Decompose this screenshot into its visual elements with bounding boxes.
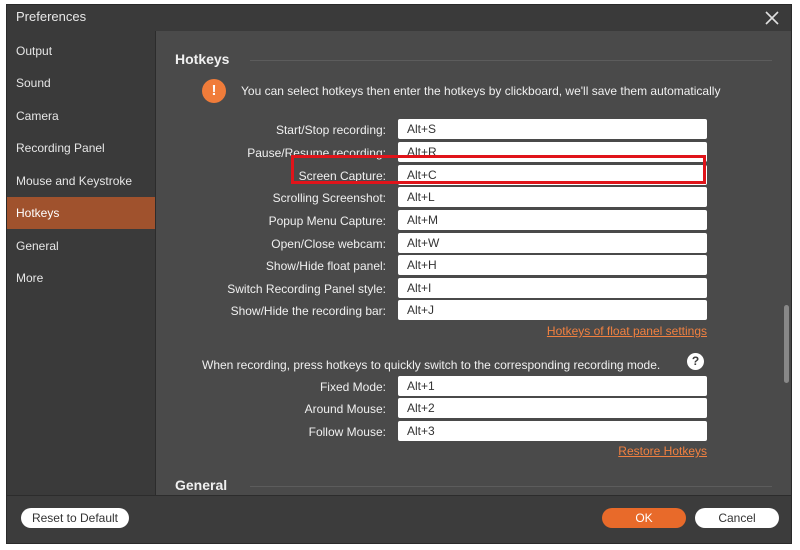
preferences-window: Preferences Output Sound Camera Recordin…: [7, 5, 791, 543]
settings-content: Hotkeys ! You can select hotkeys then en…: [156, 31, 791, 495]
scrollbar[interactable]: [782, 30, 791, 490]
mode-input-fixed[interactable]: [398, 376, 707, 396]
hotkey-label-screen-capture: Screen Capture:: [298, 169, 386, 183]
hotkey-input-scrolling-screenshot[interactable]: [398, 187, 707, 207]
hotkey-label-scrolling-screenshot: Scrolling Screenshot:: [272, 191, 386, 205]
question-icon[interactable]: ?: [687, 353, 704, 370]
hotkey-label-recording-panel-style: Switch Recording Panel style:: [227, 282, 386, 296]
sidebar-item-recording-panel[interactable]: Recording Panel: [7, 132, 155, 164]
sidebar-item-general[interactable]: General: [7, 230, 155, 262]
recording-mode-text: When recording, press hotkeys to quickly…: [202, 358, 661, 372]
restore-hotkeys-link[interactable]: Restore Hotkeys: [618, 444, 707, 458]
section-divider: [250, 60, 772, 61]
window-title: Preferences: [16, 9, 87, 24]
section-divider: [250, 486, 772, 487]
sidebar: Output Sound Camera Recording Panel Mous…: [7, 31, 155, 495]
hotkey-input-recording-bar[interactable]: [398, 300, 707, 320]
hotkey-input-float-panel[interactable]: [398, 255, 707, 275]
hotkey-input-webcam[interactable]: [398, 233, 707, 253]
hotkey-input-pause-resume[interactable]: [398, 142, 707, 162]
hotkey-input-start-stop[interactable]: [398, 119, 707, 139]
sidebar-item-mouse-and-keystroke[interactable]: Mouse and Keystroke: [7, 165, 155, 197]
hotkey-input-recording-panel-style[interactable]: [398, 278, 707, 298]
sidebar-item-camera[interactable]: Camera: [7, 100, 155, 132]
ok-button[interactable]: OK: [602, 508, 686, 528]
footer-bar: Reset to Default OK Cancel: [7, 495, 791, 543]
sidebar-item-output[interactable]: Output: [7, 35, 155, 67]
hotkey-input-popup-menu-capture[interactable]: [398, 210, 707, 230]
hotkey-label-webcam: Open/Close webcam:: [271, 237, 386, 251]
hotkey-input-screen-capture[interactable]: [398, 165, 707, 185]
mode-label-around-mouse: Around Mouse:: [304, 402, 386, 416]
exclamation-icon: !: [202, 79, 226, 103]
scrollbar-thumb[interactable]: [784, 305, 789, 383]
cancel-button[interactable]: Cancel: [695, 508, 779, 528]
reset-to-default-button[interactable]: Reset to Default: [21, 508, 129, 528]
mode-label-follow-mouse: Follow Mouse:: [308, 425, 386, 439]
title-bar: Preferences: [7, 5, 791, 31]
hotkeys-info-text: You can select hotkeys then enter the ho…: [241, 84, 721, 98]
sidebar-item-hotkeys[interactable]: Hotkeys: [7, 197, 155, 229]
mode-input-follow-mouse[interactable]: [398, 421, 707, 441]
hotkey-label-recording-bar: Show/Hide the recording bar:: [230, 304, 386, 318]
hotkey-label-start-stop: Start/Stop recording:: [275, 123, 386, 137]
mode-label-fixed: Fixed Mode:: [319, 380, 386, 394]
general-section-title: General: [175, 477, 228, 493]
hotkey-label-popup-menu-capture: Popup Menu Capture:: [268, 214, 386, 228]
sidebar-item-sound[interactable]: Sound: [7, 67, 155, 99]
close-icon[interactable]: [762, 8, 782, 28]
hotkey-label-pause-resume: Pause/Resume recording:: [247, 146, 386, 160]
mode-input-around-mouse[interactable]: [398, 398, 707, 418]
float-panel-settings-link[interactable]: Hotkeys of float panel settings: [547, 324, 707, 338]
sidebar-item-more[interactable]: More: [7, 262, 155, 294]
hotkey-label-float-panel: Show/Hide float panel:: [265, 259, 386, 273]
hotkeys-section-title: Hotkeys: [175, 51, 230, 67]
